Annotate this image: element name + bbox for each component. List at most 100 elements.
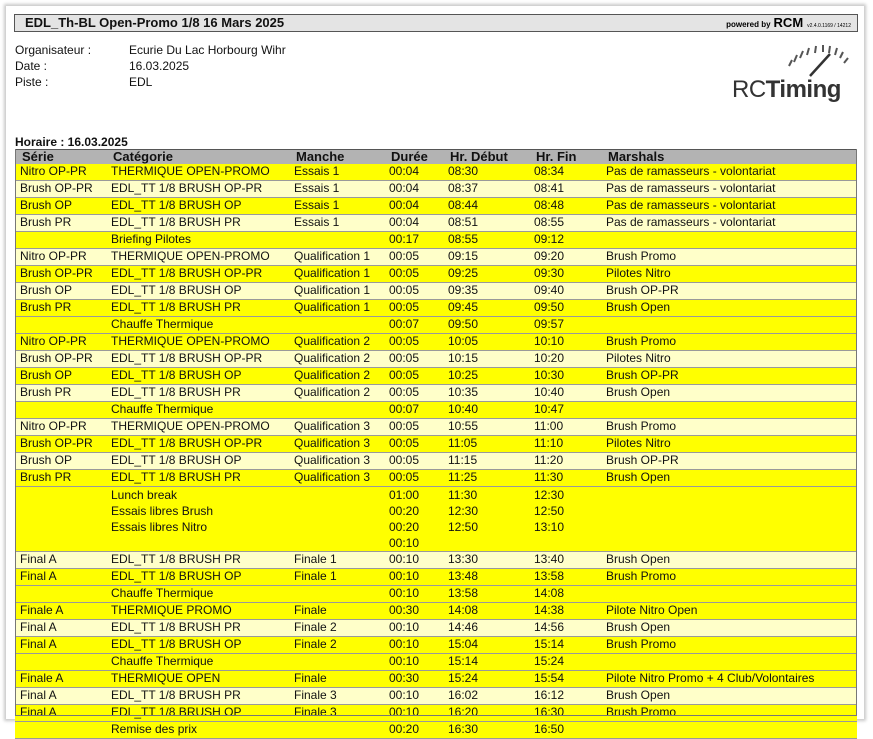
cell-manche: Finale 1 xyxy=(289,551,384,569)
cell-categorie: Lunch break Essais libres Brush Essais lib… xyxy=(106,486,289,552)
cell-debut: 08:44 xyxy=(443,197,529,215)
cell-fin: 10:30 xyxy=(529,367,601,385)
version-label: v2.4.0.1169 / 14212 xyxy=(807,23,851,29)
cell-duree: 00:05 xyxy=(384,469,443,487)
cell-categorie: EDL_TT 1/8 BRUSH OP xyxy=(106,197,289,215)
schedule-table: Série Catégorie Manche Durée Hr. Début H… xyxy=(15,149,857,739)
cell-duree: 00:10 xyxy=(384,619,443,637)
cell-categorie: THERMIQUE OPEN-PROMO xyxy=(106,333,289,351)
cell-serie: Brush PR xyxy=(15,299,106,317)
table-row: Chauffe Thermique 00:07 10:40 10:47 xyxy=(15,401,857,419)
break-line xyxy=(448,535,529,551)
cell-manche: Finale 2 xyxy=(289,619,384,637)
cell-marshals: Pilotes Nitro xyxy=(601,350,857,368)
logo-timing: Timing xyxy=(765,76,842,103)
cell-fin: 16:50 xyxy=(529,721,601,739)
cell-debut: 10:05 xyxy=(443,333,529,351)
cell-fin: 11:00 xyxy=(529,418,601,436)
cell-manche xyxy=(289,316,384,334)
table-row: Nitro OP-PR THERMIQUE OPEN-PROMO Qualifica… xyxy=(15,418,857,436)
cell-categorie: EDL_TT 1/8 BRUSH OP xyxy=(106,568,289,586)
cell-fin: 10:10 xyxy=(529,333,601,351)
cell-manche: Finale 2 xyxy=(289,636,384,654)
powered-by-label: powered by xyxy=(726,20,771,29)
cell-serie xyxy=(15,653,106,671)
cell-manche: Qualification 3 xyxy=(289,452,384,470)
cell-duree: 00:05 xyxy=(384,282,443,300)
cell-debut: 11:30 12:30 12:50 xyxy=(443,486,529,552)
cell-categorie: EDL_TT 1/8 BRUSH PR xyxy=(106,619,289,637)
cell-debut: 10:40 xyxy=(443,401,529,419)
cell-duree: 00:30 xyxy=(384,602,443,620)
col-categorie: Catégorie xyxy=(106,149,289,164)
info-value: EDL xyxy=(129,75,153,89)
cell-marshals: Brush Open xyxy=(601,619,857,637)
cell-marshals: Brush Promo xyxy=(601,418,857,436)
cell-marshals: Pilote Nitro Promo + 4 Club/Volontaires xyxy=(601,670,857,688)
cell-categorie: EDL_TT 1/8 BRUSH OP-PR xyxy=(106,435,289,453)
cell-debut: 08:55 xyxy=(443,231,529,249)
break-line: Lunch break xyxy=(111,488,178,502)
cell-serie: Brush OP-PR xyxy=(15,350,106,368)
cell-fin: 09:12 xyxy=(529,231,601,249)
table-row: Remise des prix 00:20 16:30 16:50 xyxy=(15,721,857,739)
cell-manche: Finale xyxy=(289,670,384,688)
cell-serie: Brush OP xyxy=(15,197,106,215)
info-value: Ecurie Du Lac Horbourg Wihr xyxy=(129,43,286,57)
cell-serie: Finale A xyxy=(15,602,106,620)
cell-debut: 14:46 xyxy=(443,619,529,637)
cell-manche xyxy=(289,585,384,603)
cell-debut: 15:04 xyxy=(443,636,529,654)
cell-duree: 00:10 xyxy=(384,551,443,569)
cell-serie xyxy=(15,721,106,739)
cell-duree: 00:04 xyxy=(384,180,443,198)
cell-fin: 10:40 xyxy=(529,384,601,402)
cell-categorie: EDL_TT 1/8 BRUSH OP-PR xyxy=(106,265,289,283)
break-line: 00:20 xyxy=(389,504,420,518)
break-line: 00:10 xyxy=(389,536,420,550)
break-line: 12:50 xyxy=(534,504,565,518)
cell-debut: 09:15 xyxy=(443,248,529,266)
cell-duree: 00:05 xyxy=(384,333,443,351)
cell-marshals: Brush Promo xyxy=(601,333,857,351)
cell-categorie: EDL_TT 1/8 BRUSH OP-PR xyxy=(106,180,289,198)
cell-marshals: Brush Promo xyxy=(601,704,857,722)
cell-duree: 00:10 xyxy=(384,585,443,603)
cell-categorie: EDL_TT 1/8 BRUSH OP xyxy=(106,636,289,654)
cell-marshals: Brush Open xyxy=(601,687,857,705)
col-manche: Manche xyxy=(289,149,384,164)
cell-manche: Essais 1 xyxy=(289,164,384,181)
table-row: Nitro OP-PR THERMIQUE OPEN-PROMO Essais 10… xyxy=(15,164,857,181)
table-header-row: Série Catégorie Manche Durée Hr. Début H… xyxy=(15,149,857,164)
cell-serie: Nitro OP-PR xyxy=(15,164,106,181)
info-row: Date : 16.03.2025 xyxy=(15,58,286,74)
cell-debut: 10:15 xyxy=(443,350,529,368)
cell-serie: Brush PR xyxy=(15,214,106,232)
cell-manche: Qualification 2 xyxy=(289,350,384,368)
cell-serie: Brush OP xyxy=(15,452,106,470)
cell-marshals: Brush Open xyxy=(601,551,857,569)
schedule-body: Nitro OP-PR THERMIQUE OPEN-PROMO Essais 10… xyxy=(15,164,857,739)
cell-fin: 08:55 xyxy=(529,214,601,232)
cell-manche: Qualification 1 xyxy=(289,265,384,283)
cell-marshals: Brush Open xyxy=(601,384,857,402)
cell-duree: 00:10 xyxy=(384,704,443,722)
cell-fin: 15:54 xyxy=(529,670,601,688)
cell-manche xyxy=(289,231,384,249)
cell-serie: Brush OP-PR xyxy=(15,435,106,453)
break-line: 11:30 xyxy=(448,488,478,502)
cell-categorie: EDL_TT 1/8 BRUSH PR xyxy=(106,551,289,569)
cell-debut: 08:51 xyxy=(443,214,529,232)
cell-manche: Essais 1 xyxy=(289,180,384,198)
event-info: Organisateur : Ecurie Du Lac Horbourg Wih… xyxy=(15,42,286,90)
cell-duree: 00:17 xyxy=(384,231,443,249)
break-line: Essais libres Nitro xyxy=(111,520,208,534)
cell-duree: 00:05 xyxy=(384,452,443,470)
info-label: Organisateur : xyxy=(15,43,92,57)
cell-marshals: Brush Promo xyxy=(601,248,857,266)
cell-categorie: EDL_TT 1/8 BRUSH OP xyxy=(106,452,289,470)
cell-marshals: Pas de ramasseurs - volontariat xyxy=(601,180,857,198)
cell-debut: 09:50 xyxy=(443,316,529,334)
cell-manche: Finale xyxy=(289,602,384,620)
info-value: 16.03.2025 xyxy=(129,59,190,73)
